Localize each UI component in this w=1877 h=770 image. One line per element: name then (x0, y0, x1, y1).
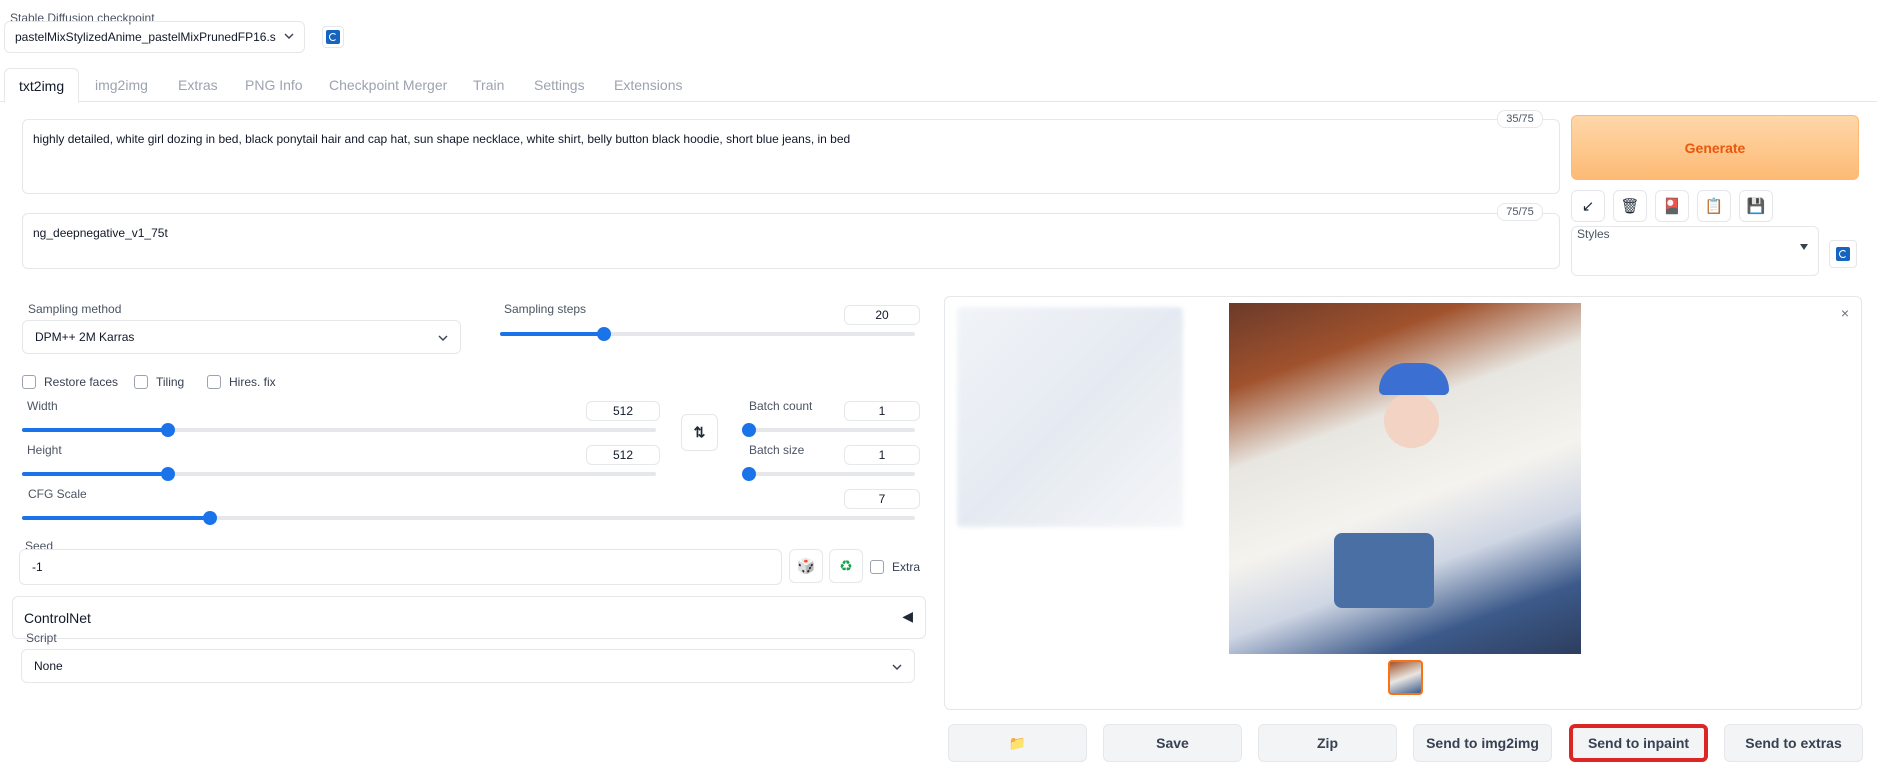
seed-value: -1 (32, 560, 43, 574)
apply-style-button[interactable]: 📋 (1697, 190, 1731, 222)
refresh-icon (1836, 247, 1850, 261)
tiling-checkbox[interactable] (134, 375, 148, 389)
card-icon: 🎴 (1662, 198, 1682, 215)
cfg-scale-input[interactable]: 7 (844, 489, 920, 509)
send-to-inpaint-button[interactable]: Send to inpaint (1569, 724, 1708, 762)
controlnet-title: ControlNet (24, 610, 91, 626)
save-button[interactable]: Save (1103, 724, 1242, 762)
arrow-down-left-icon: ↙ (1581, 198, 1595, 215)
floppy-disk-icon: 💾 (1746, 198, 1766, 215)
tab-extensions[interactable]: Extensions (600, 68, 696, 102)
sampling-method-value: DPM++ 2M Karras (35, 330, 135, 344)
height-input[interactable]: 512 (586, 445, 660, 465)
folder-icon: 📁 (1008, 734, 1027, 751)
height-label: Height (27, 443, 62, 457)
width-input[interactable]: 512 (586, 401, 660, 421)
main-tabs: txt2img img2img Extras PNG Info Checkpoi… (0, 68, 1877, 103)
generate-button[interactable]: Generate (1571, 115, 1859, 180)
styles-select[interactable] (1571, 226, 1819, 276)
batch-count-slider[interactable] (742, 423, 915, 437)
width-label: Width (27, 399, 58, 413)
tab-settings[interactable]: Settings (520, 68, 599, 102)
slider-handle[interactable] (160, 467, 175, 481)
prompt-token-counter: 35/75 (1497, 110, 1543, 128)
random-seed-button[interactable]: 🎲 (789, 549, 823, 583)
save-style-button[interactable]: 💾 (1739, 190, 1773, 222)
sampling-steps-input[interactable]: 20 (844, 305, 920, 325)
height-slider[interactable] (22, 467, 656, 481)
batch-size-input[interactable]: 1 (844, 445, 920, 465)
output-gallery: × (944, 296, 1862, 710)
reuse-seed-button[interactable]: ♻ (829, 549, 863, 583)
send-to-img2img-button[interactable]: Send to img2img (1413, 724, 1552, 762)
extra-seed-checkbox[interactable] (870, 560, 884, 574)
caret-left-icon: ◀ (902, 608, 913, 624)
sampling-steps-label: Sampling steps (504, 302, 587, 316)
slider-handle[interactable] (742, 423, 756, 437)
dice-icon: 🎲 (796, 558, 816, 575)
image-jeans-region (1334, 533, 1434, 608)
slider-handle[interactable] (742, 467, 756, 481)
batch-size-slider[interactable] (742, 467, 915, 481)
recycle-icon: ♻ (839, 558, 853, 575)
chevron-down-icon (438, 335, 448, 341)
cfg-scale-label: CFG Scale (28, 487, 87, 501)
send-to-extras-button[interactable]: Send to extras (1724, 724, 1863, 762)
refresh-icon (326, 30, 340, 44)
tab-extras[interactable]: Extras (164, 68, 232, 102)
batch-count-input[interactable]: 1 (844, 401, 920, 421)
slider-handle[interactable] (202, 511, 217, 525)
read-params-button[interactable]: ↙ (1571, 190, 1605, 222)
tab-train[interactable]: Train (459, 68, 518, 102)
swap-dimensions-button[interactable]: ⇅ (681, 414, 718, 451)
sampling-method-label: Sampling method (28, 302, 122, 316)
batch-size-label: Batch size (749, 443, 805, 457)
styles-refresh-button[interactable] (1829, 240, 1857, 268)
image-face-region (1384, 393, 1439, 448)
chevron-down-icon (284, 33, 294, 39)
hires-fix-label: Hires. fix (229, 375, 276, 389)
batch-count-label: Batch count (749, 399, 813, 413)
cfg-scale-slider[interactable] (22, 511, 915, 525)
controlnet-accordion[interactable]: ControlNet ◀ (12, 596, 926, 639)
chevron-down-icon (892, 664, 902, 670)
restore-faces-checkbox[interactable] (22, 375, 36, 389)
negative-prompt-input[interactable]: ng_deepnegative_v1_75t (22, 213, 1560, 269)
checkpoint-value: pastelMixStylizedAnime_pastelMixPrunedFP… (15, 30, 276, 44)
close-icon[interactable]: × (1841, 305, 1849, 321)
zip-button[interactable]: Zip (1258, 724, 1397, 762)
sampling-method-select[interactable]: DPM++ 2M Karras (22, 320, 461, 354)
caret-down-icon (1800, 244, 1808, 250)
slider-handle[interactable] (596, 327, 611, 341)
hires-fix-checkbox[interactable] (207, 375, 221, 389)
trash-icon: 🗑 (1620, 198, 1640, 215)
tab-img2img[interactable]: img2img (81, 68, 162, 102)
checkpoint-refresh-button[interactable] (322, 26, 344, 48)
image-cap-region (1379, 363, 1449, 395)
tab-txt2img[interactable]: txt2img (4, 68, 80, 103)
sampling-steps-slider[interactable] (500, 327, 915, 341)
tab-png-info[interactable]: PNG Info (231, 68, 317, 102)
blurred-preview-image (957, 307, 1183, 527)
checkpoint-select[interactable]: pastelMixStylizedAnime_pastelMixPrunedFP… (4, 21, 305, 53)
slider-handle[interactable] (160, 423, 175, 437)
extra-seed-label: Extra (892, 560, 921, 574)
tab-checkpoint-merger[interactable]: Checkpoint Merger (315, 68, 461, 102)
clear-prompt-button[interactable]: 🗑 (1613, 190, 1647, 222)
script-label: Script (26, 631, 57, 645)
gallery-thumbnail[interactable] (1388, 660, 1423, 695)
generated-image[interactable] (1229, 303, 1581, 654)
open-folder-button[interactable]: 📁 (948, 724, 1087, 762)
script-value: None (34, 659, 63, 673)
prompt-input[interactable]: highly detailed, white girl dozing in be… (22, 119, 1560, 194)
clipboard-icon: 📋 (1704, 198, 1724, 215)
swap-arrows-icon: ⇅ (693, 424, 706, 440)
script-select[interactable]: None (21, 649, 915, 683)
tiling-label: Tiling (156, 375, 185, 389)
width-slider[interactable] (22, 423, 656, 437)
restore-faces-label: Restore faces (44, 375, 119, 389)
seed-input[interactable]: -1 (19, 549, 782, 585)
negative-prompt-token-counter: 75/75 (1497, 203, 1543, 221)
extra-networks-button[interactable]: 🎴 (1655, 190, 1689, 222)
